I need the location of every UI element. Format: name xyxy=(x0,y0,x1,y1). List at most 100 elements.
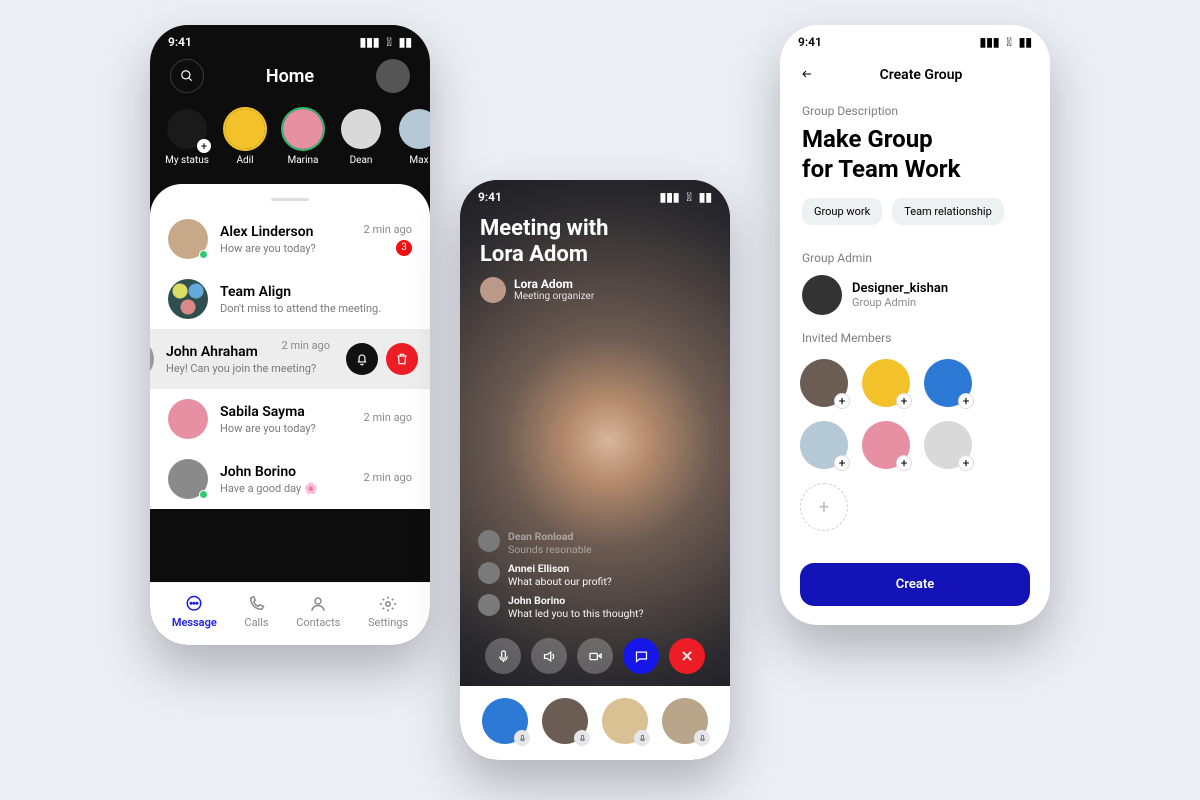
chat-msg-text: What about our profit? xyxy=(508,575,612,588)
invited-members-grid: + + + + + + + xyxy=(780,351,1050,539)
message-icon xyxy=(185,595,203,613)
participant-mic-icon xyxy=(694,730,710,746)
tab-contacts[interactable]: Contacts xyxy=(296,595,340,629)
story-item[interactable]: Max xyxy=(396,107,430,166)
back-button[interactable] xyxy=(798,65,816,84)
chat-item[interactable]: Team Align Don't miss to attend the meet… xyxy=(150,269,430,329)
mic-icon xyxy=(496,649,511,664)
stories-row: +My status Adil Marina Dean Max xyxy=(150,107,430,184)
chat-name: Alex Linderson xyxy=(220,224,352,240)
chat-button[interactable] xyxy=(623,638,659,674)
invited-member[interactable]: + xyxy=(862,421,910,469)
call-chat-message: Annei EllisonWhat about our profit? xyxy=(478,562,712,588)
tab-settings[interactable]: Settings xyxy=(368,595,408,629)
chat-avatar xyxy=(168,219,208,259)
chat-preview: How are you today? xyxy=(220,242,352,255)
invited-member[interactable]: + xyxy=(924,421,972,469)
chat-name: John Borino xyxy=(220,464,352,480)
bottom-tab-bar: Message Calls Contacts Settings xyxy=(150,582,430,645)
signal-icon: ▮▮▮ xyxy=(360,35,380,49)
participant-mic-icon xyxy=(634,730,650,746)
admin-row[interactable]: Designer_kishan Group Admin xyxy=(780,271,1050,319)
battery-icon: ▮▮ xyxy=(399,35,412,49)
remove-member-icon[interactable]: + xyxy=(834,455,850,471)
section-group-admin: Group Admin xyxy=(780,239,1050,271)
group-name-title: Make Group for Team Work xyxy=(780,124,1050,184)
create-button[interactable]: Create xyxy=(800,563,1030,606)
delete-chat-button[interactable] xyxy=(386,343,418,375)
participant-avatar[interactable] xyxy=(542,698,588,744)
story-label: Max xyxy=(409,155,428,166)
add-status-icon: + xyxy=(197,139,211,153)
organizer-name: Lora Adom xyxy=(514,277,594,291)
admin-role: Group Admin xyxy=(852,296,948,309)
gear-icon xyxy=(379,595,397,613)
create-button-label: Create xyxy=(896,577,934,592)
status-time: 9:41 xyxy=(168,35,192,49)
participant-avatar[interactable] xyxy=(482,698,528,744)
section-invited-members: Invited Members xyxy=(780,319,1050,351)
call-title-line2: Lora Adom xyxy=(480,242,588,267)
invited-member[interactable]: + xyxy=(800,421,848,469)
status-time: 9:41 xyxy=(798,35,822,49)
group-tag[interactable]: Team relationship xyxy=(892,198,1004,225)
search-button[interactable] xyxy=(170,59,204,93)
call-organizer[interactable]: Lora Adom Meeting organizer xyxy=(460,277,730,309)
profile-avatar[interactable] xyxy=(376,59,410,93)
trash-icon xyxy=(395,352,409,366)
section-group-description: Group Description xyxy=(780,92,1050,124)
story-label: Dean xyxy=(350,155,373,166)
add-member-button[interactable]: + xyxy=(800,483,848,531)
invited-member[interactable]: + xyxy=(924,359,972,407)
phone-home-screen: 9:41 ▮▮▮ 􀙇 ▮▮ Home +My statusAdilMarinaD… xyxy=(150,25,430,645)
chat-item[interactable]: John Ahraham Hey! Can you join the meeti… xyxy=(150,329,430,389)
chat-time: 2 min ago xyxy=(282,339,330,352)
call-controls xyxy=(460,628,730,686)
call-chat-overlay: Dean RonloadSounds resonableAnnei Elliso… xyxy=(460,526,730,628)
tab-label: Calls xyxy=(244,616,268,629)
group-tags: Group work Team relationship xyxy=(780,184,1050,239)
participant-mic-icon xyxy=(514,730,530,746)
invited-member[interactable]: + xyxy=(800,359,848,407)
chat-name: Team Align xyxy=(220,284,400,300)
chat-item[interactable]: John Borino Have a good day 🌸 2 min ago xyxy=(150,449,430,509)
online-indicator xyxy=(199,250,208,259)
video-button[interactable] xyxy=(577,638,613,674)
call-title-line1: Meeting with xyxy=(480,216,608,241)
story-item[interactable]: Dean xyxy=(338,107,384,166)
story-item[interactable]: Adil xyxy=(222,107,268,166)
speaker-button[interactable] xyxy=(531,638,567,674)
chat-icon xyxy=(634,649,649,664)
chat-item[interactable]: Alex Linderson How are you today? 2 min … xyxy=(150,209,430,269)
story-item[interactable]: Marina xyxy=(280,107,326,166)
chat-list-sheet: Alex Linderson How are you today? 2 min … xyxy=(150,184,430,509)
chat-msg-avatar xyxy=(478,594,500,616)
mute-button[interactable] xyxy=(485,638,521,674)
status-bar: 9:41 ▮▮▮ 􀙇 ▮▮ xyxy=(150,25,430,53)
remove-member-icon[interactable]: + xyxy=(958,393,974,409)
remove-member-icon[interactable]: + xyxy=(896,455,912,471)
video-icon xyxy=(588,649,603,664)
organizer-role: Meeting organizer xyxy=(514,291,594,302)
tab-label: Message xyxy=(172,616,217,629)
remove-member-icon[interactable]: + xyxy=(834,393,850,409)
chat-msg-name: Annei Ellison xyxy=(508,562,612,575)
participant-avatar[interactable] xyxy=(602,698,648,744)
story-item[interactable]: +My status xyxy=(164,107,210,166)
bell-icon xyxy=(355,352,369,366)
admin-avatar xyxy=(802,275,842,315)
participant-avatar[interactable] xyxy=(662,698,708,744)
remove-member-icon[interactable]: + xyxy=(896,393,912,409)
remove-member-icon[interactable]: + xyxy=(958,455,974,471)
mute-chat-button[interactable] xyxy=(346,343,378,375)
chat-item[interactable]: Sabila Sayma How are you today? 2 min ag… xyxy=(150,389,430,449)
tab-calls[interactable]: Calls xyxy=(244,595,268,629)
invited-member[interactable]: + xyxy=(862,359,910,407)
drag-handle[interactable] xyxy=(271,198,309,201)
tab-message[interactable]: Message xyxy=(172,595,217,629)
group-tag[interactable]: Group work xyxy=(802,198,882,225)
end-call-button[interactable] xyxy=(669,638,705,674)
chat-avatar xyxy=(150,339,154,379)
status-icons: ▮▮▮ 􀙇 ▮▮ xyxy=(976,35,1032,49)
group-name-line2: for Team Work xyxy=(802,155,960,183)
